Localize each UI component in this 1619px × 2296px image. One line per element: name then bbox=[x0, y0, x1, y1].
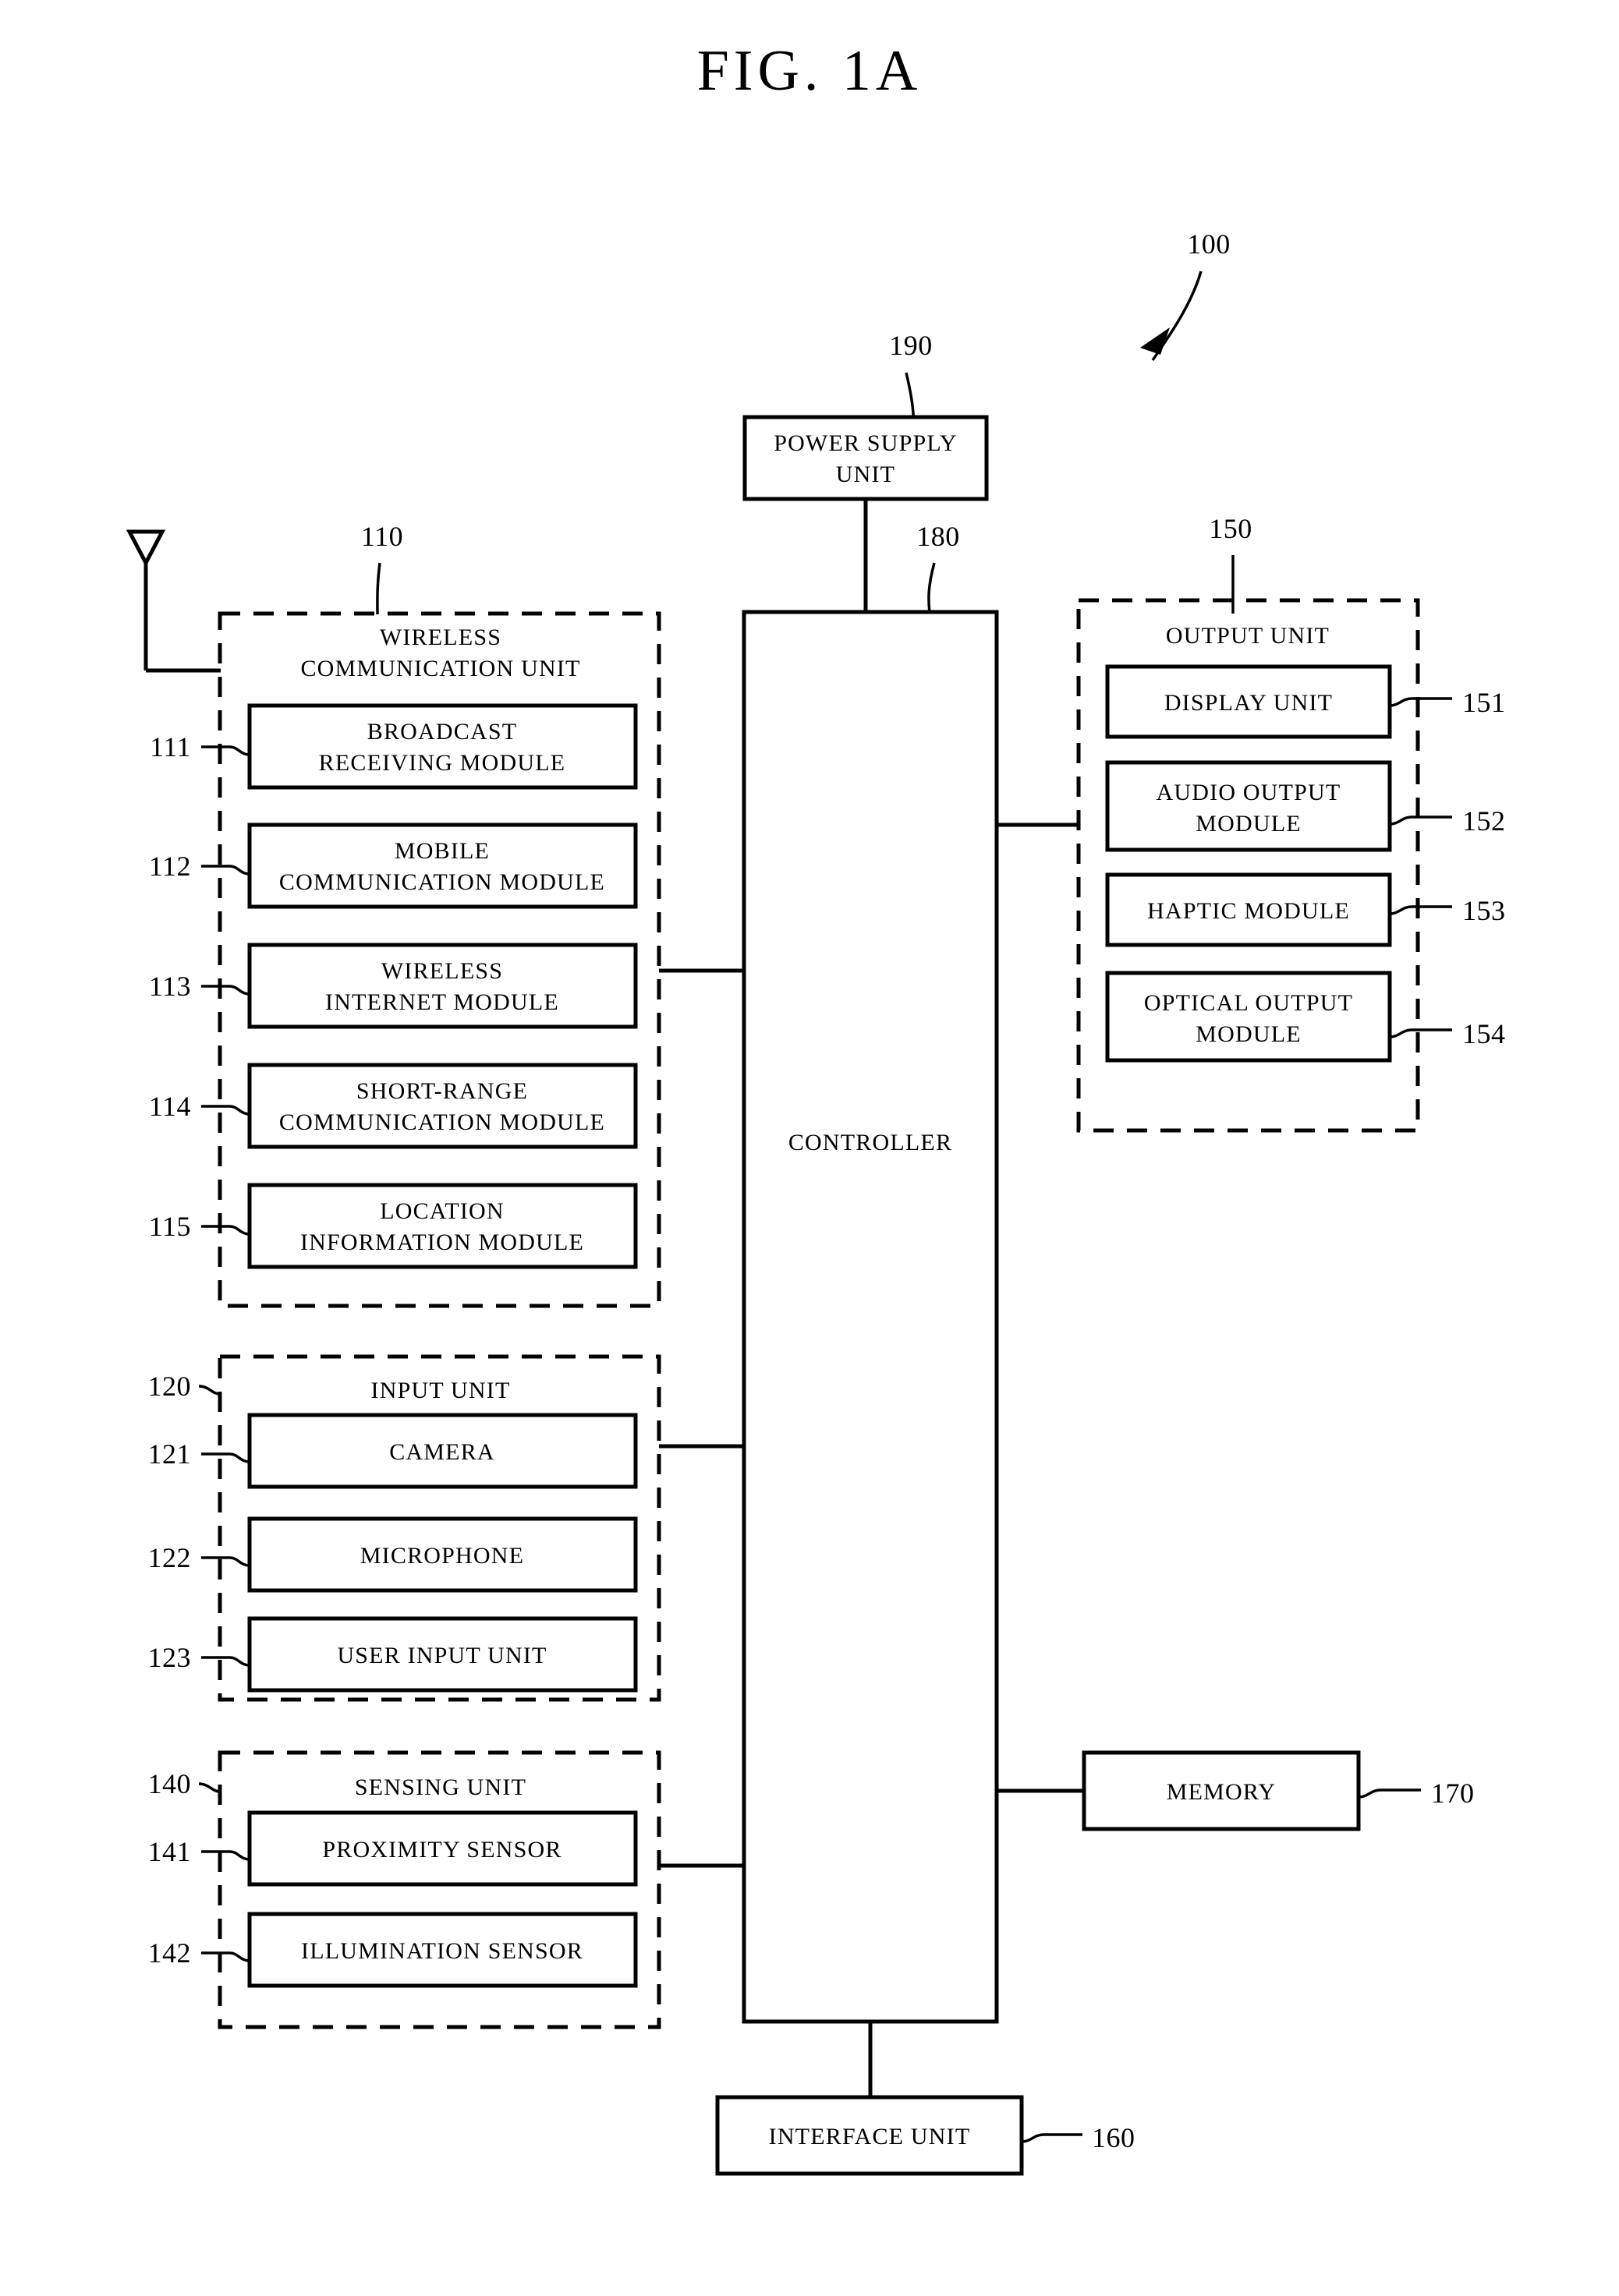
ref-number-sensing-unit: 140 bbox=[148, 1768, 192, 1799]
controller-label: CONTROLLER bbox=[788, 1130, 952, 1155]
optical-output-module-label-line2: MODULE bbox=[1196, 1021, 1302, 1047]
leader-line-mobile-communication-module bbox=[201, 865, 250, 876]
memory-label: MEMORY bbox=[1167, 1779, 1277, 1805]
short-range-communication-module-label-line1: SHORT-RANGE bbox=[356, 1078, 528, 1104]
ref-number-interface-unit: 160 bbox=[1092, 2122, 1135, 2153]
camera-label: CAMERA bbox=[389, 1439, 495, 1465]
proximity-sensor-label: PROXIMITY SENSOR bbox=[322, 1837, 562, 1863]
ref-number-display-unit: 151 bbox=[1462, 687, 1506, 718]
audio-output-module-box bbox=[1105, 760, 1392, 852]
leader-line-display-unit bbox=[1389, 697, 1452, 707]
leader-line-short-range-communication-module bbox=[201, 1105, 250, 1116]
ref-number-controller: 180 bbox=[916, 521, 960, 552]
ref-number-device: 100 bbox=[1187, 228, 1231, 260]
ref-number-power-supply: 190 bbox=[889, 330, 933, 361]
optical-output-module-box bbox=[1105, 971, 1392, 1063]
ref-number-proximity-sensor: 141 bbox=[148, 1836, 192, 1867]
short-range-communication-module-label-line2: COMMUNICATION MODULE bbox=[279, 1109, 605, 1135]
haptic-module-label: HAPTIC MODULE bbox=[1147, 898, 1350, 924]
display-unit-label: DISPLAY UNIT bbox=[1164, 690, 1333, 716]
optical-output-module-label-line1: OPTICAL OUTPUT bbox=[1144, 990, 1353, 1016]
leader-line-optical-output-module bbox=[1389, 1028, 1452, 1038]
antenna-icon bbox=[126, 529, 221, 673]
illumination-sensor-label: ILLUMINATION SENSOR bbox=[301, 1938, 583, 1964]
figure-title: FIG. 1A bbox=[697, 39, 923, 103]
ref-number-short-range-communication-module: 114 bbox=[149, 1091, 191, 1122]
wireless-communication-unit-title-line1: WIRELESS bbox=[380, 624, 501, 650]
interface-unit-label: INTERFACE UNIT bbox=[769, 2124, 971, 2149]
leader-line-controller bbox=[927, 562, 936, 614]
location-information-module-label-line1: LOCATION bbox=[380, 1198, 505, 1224]
ref-number-haptic-module: 153 bbox=[1462, 895, 1506, 926]
ref-number-user-input-unit: 123 bbox=[148, 1642, 192, 1673]
leader-line-illumination-sensor bbox=[201, 1951, 250, 1962]
user-input-unit-label: USER INPUT UNIT bbox=[337, 1643, 547, 1668]
microphone-label: MICROPHONE bbox=[360, 1543, 524, 1569]
ref-number-camera: 121 bbox=[148, 1438, 192, 1470]
ref-number-input-unit: 120 bbox=[148, 1371, 192, 1402]
leader-line-memory bbox=[1358, 1788, 1421, 1799]
wireless-internet-module-label-line2: INTERNET MODULE bbox=[325, 989, 559, 1015]
leader-line-audio-output-module bbox=[1389, 815, 1452, 826]
input-unit-title: INPUT UNIT bbox=[371, 1378, 511, 1403]
ref-number-audio-output-module: 152 bbox=[1462, 805, 1506, 837]
ref-number-output-unit: 150 bbox=[1209, 513, 1252, 544]
ref-number-wireless-unit: 110 bbox=[361, 521, 403, 552]
ref-number-microphone: 122 bbox=[148, 1542, 192, 1573]
leader-line-wireless-unit bbox=[376, 562, 381, 615]
leader-line-broadcast-receiving-module bbox=[201, 745, 250, 756]
ref-number-location-information-module: 115 bbox=[149, 1211, 191, 1242]
patent-figure-1a: FIG. 1A 100 190 POWER SUPPLY UNIT 180 CO… bbox=[0, 0, 1619, 2296]
ref-number-broadcast-receiving-module: 111 bbox=[150, 731, 191, 762]
leader-line-proximity-sensor bbox=[201, 1850, 250, 1861]
power-supply-unit-label-line1: POWER SUPPLY bbox=[774, 430, 958, 456]
leader-line-sensing-unit bbox=[198, 1782, 221, 1793]
wireless-internet-module-label-line1: WIRELESS bbox=[381, 958, 503, 984]
leader-line-camera bbox=[201, 1452, 250, 1463]
leader-line-location-information-module bbox=[201, 1225, 250, 1236]
wireless-communication-unit-title-line2: COMMUNICATION UNIT bbox=[300, 656, 580, 681]
audio-output-module-label-line2: MODULE bbox=[1196, 811, 1302, 837]
controller-box bbox=[742, 610, 999, 2024]
broadcast-receiving-module-label-line2: RECEIVING MODULE bbox=[319, 750, 566, 776]
sensing-unit-title: SENSING UNIT bbox=[355, 1774, 526, 1800]
leader-line-interface-unit bbox=[1021, 2133, 1082, 2143]
ref-number-wireless-internet-module: 113 bbox=[149, 971, 191, 1002]
power-supply-unit-label-line2: UNIT bbox=[836, 462, 895, 487]
ref-number-mobile-communication-module: 112 bbox=[149, 851, 191, 882]
ref-number-illumination-sensor: 142 bbox=[148, 1937, 192, 1969]
output-unit-title: OUTPUT UNIT bbox=[1166, 623, 1330, 649]
mobile-communication-module-label-line2: COMMUNICATION MODULE bbox=[279, 869, 605, 895]
ref-number-optical-output-module: 154 bbox=[1462, 1018, 1506, 1049]
leader-line-wireless-internet-module bbox=[201, 985, 250, 996]
ref-number-memory: 170 bbox=[1431, 1778, 1475, 1809]
leader-line-user-input-unit bbox=[201, 1656, 250, 1667]
location-information-module-label-line2: INFORMATION MODULE bbox=[300, 1229, 584, 1255]
leader-line-haptic-module bbox=[1389, 905, 1452, 915]
leader-line-input-unit bbox=[198, 1385, 221, 1396]
broadcast-receiving-module-label-line1: BROADCAST bbox=[367, 719, 518, 745]
audio-output-module-label-line1: AUDIO OUTPUT bbox=[1157, 780, 1341, 805]
mobile-communication-module-label-line1: MOBILE bbox=[395, 838, 490, 864]
leader-line-microphone bbox=[201, 1556, 250, 1567]
